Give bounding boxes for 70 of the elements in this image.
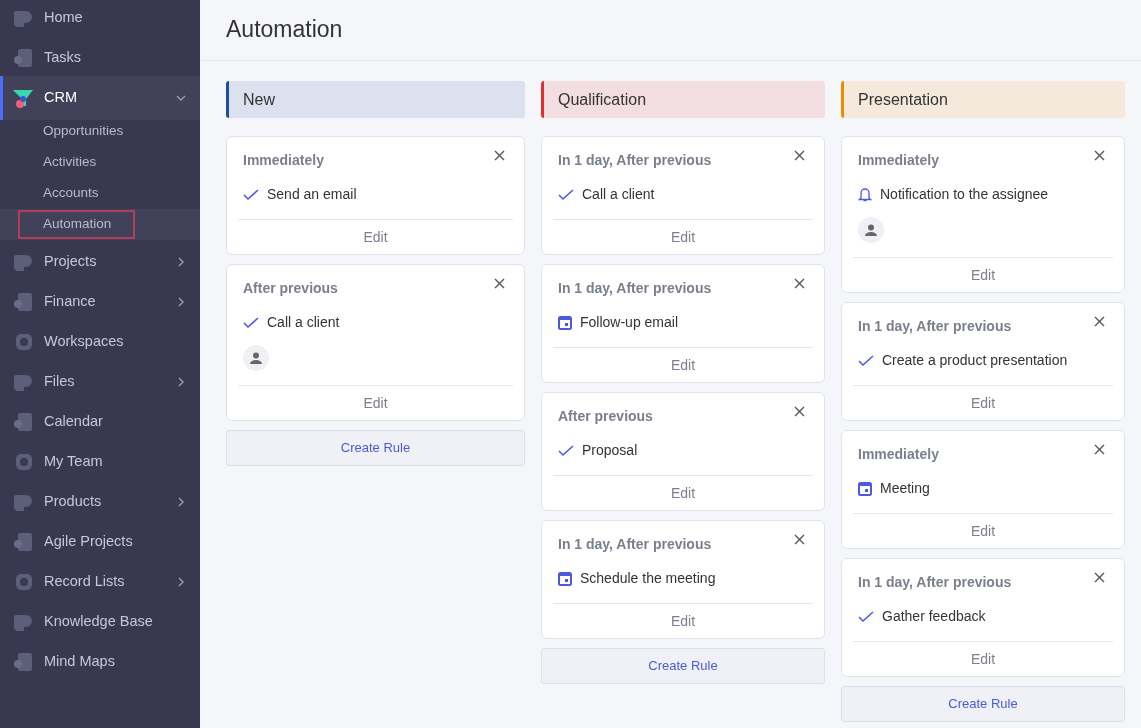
close-icon	[794, 278, 805, 289]
edit-button[interactable]: Edit	[853, 385, 1113, 420]
create-rule-button[interactable]: Create Rule	[841, 686, 1125, 722]
timing-label: In 1 day, After previous	[558, 535, 712, 554]
check-icon	[243, 188, 259, 201]
edit-button[interactable]: Edit	[553, 219, 813, 254]
column-header: New	[226, 81, 525, 118]
timing-label: In 1 day, After previous	[558, 151, 712, 170]
check-icon	[858, 354, 874, 367]
page-title: Automation	[226, 16, 343, 44]
check-icon	[558, 444, 574, 457]
column-header: Qualification	[541, 81, 825, 118]
close-icon	[1094, 572, 1105, 583]
module-icon	[12, 291, 34, 313]
submenu-item[interactable]: Activities	[18, 149, 121, 176]
close-icon	[1094, 316, 1105, 327]
submenu-item[interactable]: Opportunities	[18, 118, 148, 145]
submenu-item[interactable]: Automation	[18, 210, 136, 239]
action-label: Call a client	[582, 185, 655, 204]
edit-button[interactable]: Edit	[238, 219, 513, 254]
close-icon	[794, 150, 805, 161]
module-icon	[12, 531, 34, 553]
action-label: Notification to the assignee	[880, 185, 1049, 204]
close-icon	[794, 406, 805, 417]
module-icon	[12, 47, 34, 69]
create-rule-button[interactable]: Create Rule	[226, 430, 525, 466]
edit-button[interactable]: Edit	[553, 475, 813, 510]
action-label: Meeting	[880, 479, 930, 498]
column-header: Presentation	[841, 81, 1125, 118]
calendar-icon	[858, 481, 872, 496]
close-icon	[794, 534, 805, 545]
action-label: Call a client	[267, 313, 340, 332]
timing-label: In 1 day, After previous	[558, 279, 712, 298]
action-label: Proposal	[582, 441, 638, 460]
edit-button[interactable]: Edit	[853, 257, 1113, 292]
module-icon	[12, 411, 34, 433]
action-label: Create a product presentation	[882, 351, 1068, 370]
close-icon	[494, 150, 505, 161]
close-icon	[1094, 150, 1105, 161]
action-label: Schedule the meeting	[580, 569, 716, 588]
timing-label: Immediately	[858, 445, 939, 464]
timing-label: After previous	[243, 279, 338, 298]
module-icon	[12, 651, 34, 673]
close-icon	[494, 278, 505, 289]
edit-button[interactable]: Edit	[553, 347, 813, 382]
timing-label: After previous	[558, 407, 653, 426]
timing-label: Immediately	[243, 151, 324, 170]
action-label: Send an email	[267, 185, 357, 204]
sidebar-item[interactable]: CRM	[0, 76, 200, 120]
edit-button[interactable]: Edit	[238, 385, 513, 420]
check-icon	[558, 188, 574, 201]
person-icon	[250, 352, 262, 364]
funnel-icon	[12, 87, 34, 109]
action-label: Follow-up email	[580, 313, 679, 332]
edit-button[interactable]: Edit	[853, 513, 1113, 548]
close-icon	[1094, 444, 1105, 455]
calendar-icon	[558, 571, 572, 586]
timing-label: Immediately	[858, 151, 939, 170]
person-icon	[865, 224, 877, 236]
edit-button[interactable]: Edit	[553, 603, 813, 638]
calendar-icon	[558, 315, 572, 330]
create-rule-button[interactable]: Create Rule	[541, 648, 825, 684]
edit-button[interactable]: Edit	[853, 641, 1113, 676]
check-icon	[243, 316, 259, 329]
check-icon	[858, 610, 874, 623]
bell-icon	[858, 187, 872, 202]
timing-label: In 1 day, After previous	[858, 317, 1012, 336]
submenu-item[interactable]: Accounts	[18, 180, 123, 207]
action-label: Gather feedback	[882, 607, 986, 626]
timing-label: In 1 day, After previous	[858, 573, 1012, 592]
